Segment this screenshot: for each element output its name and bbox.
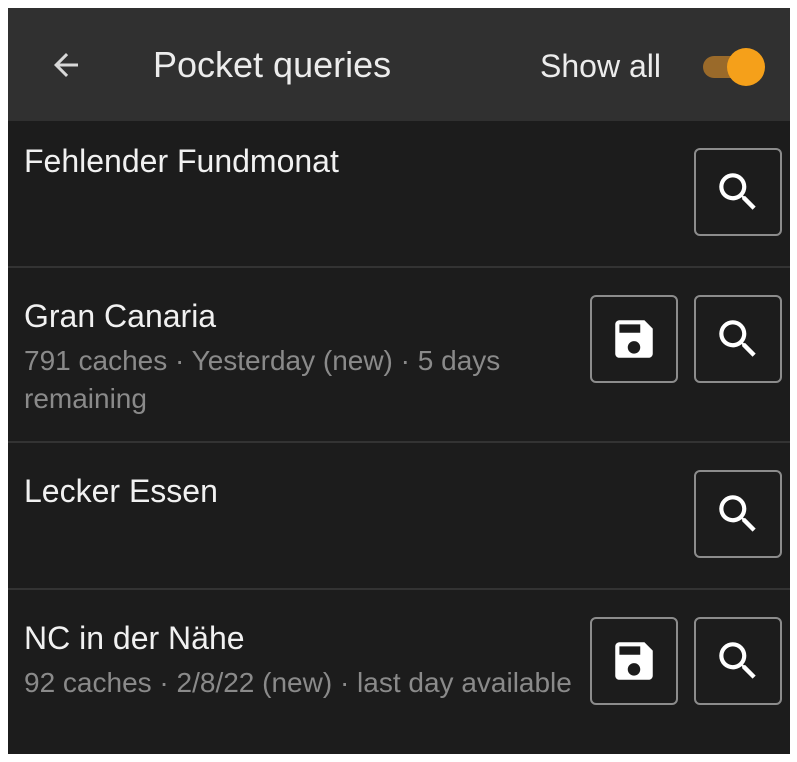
search-icon (719, 642, 756, 679)
list-item[interactable]: Fehlender Fundmonat (8, 121, 790, 268)
query-details: 791 caches · Yesterday (new) · 5 days re… (24, 345, 501, 414)
back-button[interactable] (46, 45, 86, 85)
query-name: Fehlender Fundmonat (24, 143, 339, 179)
list-item[interactable]: NC in der Nähe 92 caches · 2/8/22 (new) … (8, 590, 790, 754)
search-button[interactable] (694, 295, 782, 383)
app-frame: Pocket queries Show all Fehlender Fundmo… (8, 8, 790, 754)
list-item[interactable]: Gran Canaria 791 caches · Yesterday (new… (8, 268, 790, 443)
search-icon (719, 173, 756, 210)
search-icon (719, 495, 756, 532)
save-icon (615, 320, 653, 358)
query-details: 92 caches · 2/8/22 (new) · last day avai… (24, 667, 572, 698)
search-button[interactable] (694, 617, 782, 705)
app-bar: Pocket queries Show all (8, 8, 790, 121)
query-name: NC in der Nähe (24, 620, 245, 656)
download-button[interactable] (590, 617, 678, 705)
show-all-toggle[interactable] (701, 48, 771, 86)
query-name: Gran Canaria (24, 298, 217, 334)
save-icon (615, 642, 653, 680)
query-name: Lecker Essen (24, 473, 218, 509)
search-button[interactable] (694, 470, 782, 558)
search-icon (719, 320, 756, 357)
show-all-label: Show all (540, 48, 661, 84)
list-item[interactable]: Lecker Essen (8, 443, 790, 590)
search-button[interactable] (694, 148, 782, 236)
download-button[interactable] (590, 295, 678, 383)
arrow-left-icon (54, 53, 78, 77)
page-title: Pocket queries (153, 44, 392, 85)
toggle-thumb (727, 48, 765, 86)
